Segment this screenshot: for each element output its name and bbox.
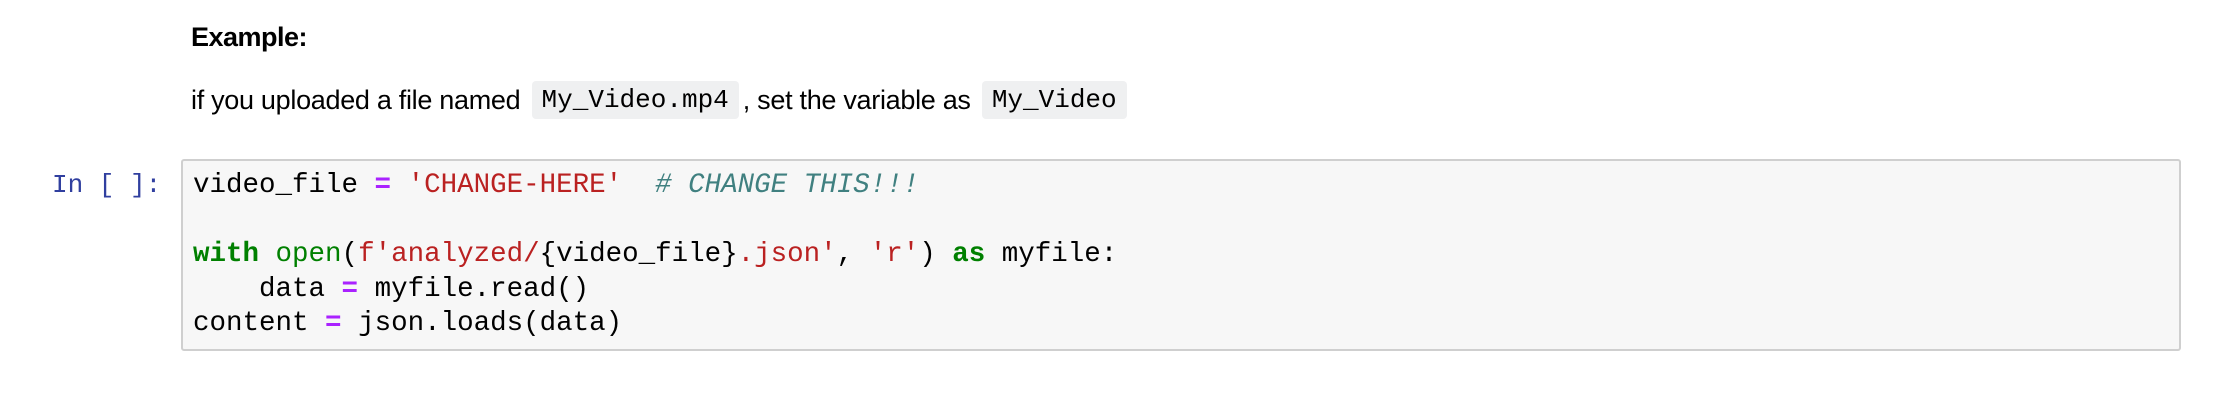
para-text: , set the variable as bbox=[742, 84, 978, 115]
code-token: ) bbox=[919, 239, 936, 270]
code-token: myfile.read() bbox=[374, 273, 590, 305]
code-token: , bbox=[836, 239, 870, 270]
code-token: .json' bbox=[737, 239, 837, 270]
code-token: data bbox=[259, 273, 326, 305]
code-token: 'r' bbox=[869, 239, 920, 270]
code-token: ( bbox=[341, 239, 359, 270]
code-token: content bbox=[193, 308, 309, 339]
inline-code-filename: My_Video.mp4 bbox=[531, 81, 739, 119]
code-cell[interactable]: video_file = 'CHANGE-HERE' # CHANGE THIS… bbox=[181, 159, 2181, 351]
code-editor[interactable]: video_file = 'CHANGE-HERE' # CHANGE THIS… bbox=[193, 169, 1117, 342]
code-token: as bbox=[952, 239, 986, 270]
code-token: = bbox=[325, 308, 342, 339]
code-token: json.loads(data) bbox=[358, 308, 623, 339]
code-token: with bbox=[193, 239, 260, 270]
code-token: {video_file} bbox=[539, 239, 738, 270]
code-comment: # CHANGE THIS!!! bbox=[655, 170, 920, 201]
markdown-paragraph: if you uploaded a file named My_Video.mp… bbox=[191, 81, 1131, 119]
code-token: = bbox=[374, 170, 392, 201]
inline-code-variable: My_Video bbox=[981, 81, 1127, 119]
code-token: = bbox=[341, 273, 359, 305]
para-text: if you uploaded a file named bbox=[191, 84, 528, 115]
code-token: 'CHANGE-HERE' bbox=[407, 170, 623, 201]
code-token: open bbox=[275, 239, 342, 270]
code-token: myfile: bbox=[1001, 239, 1118, 270]
markdown-heading: Example: bbox=[191, 22, 308, 52]
code-token: f'analyzed/ bbox=[358, 239, 540, 270]
cell-prompt: In [ ]: bbox=[52, 170, 162, 200]
code-token: video_file bbox=[193, 170, 359, 201]
